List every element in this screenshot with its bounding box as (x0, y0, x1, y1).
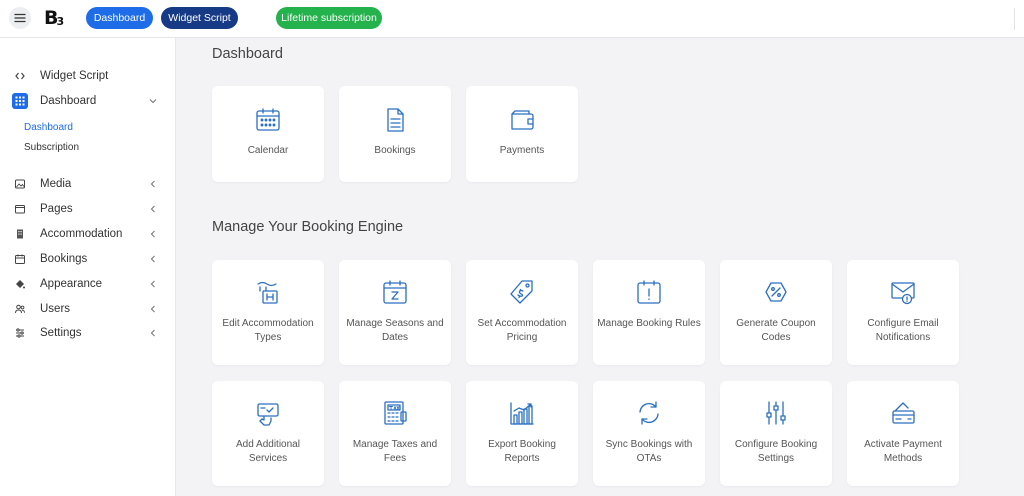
card-label: Configure Booking Settings (734, 439, 818, 464)
sidebar-item-appearance[interactable]: Appearance (12, 274, 162, 294)
sidebar-subitem-subscription[interactable]: Subscription (24, 142, 79, 153)
chevron-left-icon (150, 180, 155, 188)
payment-methods-card[interactable]: Activate Payment Methods (847, 381, 959, 486)
booking-rules-card[interactable]: Manage Booking Rules (593, 260, 705, 365)
widget-script-pill-button[interactable]: Widget Script (161, 7, 238, 29)
card-label: Manage Booking Rules (597, 318, 701, 329)
calendar-card[interactable]: Calendar (212, 86, 324, 182)
bar-chart-icon (506, 397, 538, 429)
set-pricing-card[interactable]: Set Accommodation Pricing (466, 260, 578, 365)
sync-icon (633, 397, 665, 429)
building-icon (12, 226, 28, 242)
taxes-fees-card[interactable]: Manage Taxes and Fees (339, 381, 451, 486)
chevron-left-icon (150, 280, 155, 288)
sidebar-item-dashboard[interactable]: Dashboard (12, 91, 162, 111)
card-label: Activate Payment Methods (864, 439, 942, 464)
sidebar-item-label: Accommodation (40, 228, 123, 240)
manage-seasons-card[interactable]: Manage Seasons and Dates (339, 260, 451, 365)
tax-icon (379, 397, 411, 429)
sidebar-item-accommodation[interactable]: Accommodation (12, 224, 162, 244)
sync-otas-card[interactable]: Sync Bookings with OTAs (593, 381, 705, 486)
booking-settings-card[interactable]: Configure Booking Settings (720, 381, 832, 486)
sidebar-item-label: Users (40, 303, 71, 315)
sidebar-item-bookings[interactable]: Bookings (12, 249, 162, 269)
grid-icon (12, 93, 28, 109)
card-label: Generate Coupon Codes (736, 318, 816, 343)
calendar-date-icon (379, 276, 411, 308)
card-label: Set Accommodation Pricing (477, 318, 567, 343)
card-label: Calendar (247, 145, 289, 156)
top-bar: B3 Dashboard Widget Script Lifetime subs… (0, 0, 1024, 38)
additional-services-card[interactable]: Add Additional Services (212, 381, 324, 486)
coupon-icon (760, 276, 792, 308)
card-label: Manage Taxes and Fees (352, 439, 438, 464)
sliders-icon (760, 397, 792, 429)
calendar-alert-icon (633, 276, 665, 308)
email-alert-icon (887, 276, 919, 308)
menu-icon[interactable] (9, 7, 31, 29)
sidebar-subitem-dashboard[interactable]: Dashboard (24, 122, 73, 133)
hotel-sign-icon (252, 276, 284, 308)
coupon-codes-card[interactable]: Generate Coupon Codes (720, 260, 832, 365)
chevron-down-icon (149, 99, 157, 104)
sidebar: Widget Script Dashboard Dashboard Subscr… (0, 38, 176, 496)
sidebar-item-widget-script[interactable]: Widget Script (12, 66, 162, 86)
payment-card-icon (887, 397, 919, 429)
sidebar-item-label: Settings (40, 327, 82, 339)
lifetime-subscription-button[interactable]: Lifetime subscription (276, 7, 382, 29)
chevron-left-icon (150, 305, 155, 313)
sidebar-item-label: Appearance (40, 278, 103, 290)
chevron-left-icon (150, 205, 155, 213)
sidebar-item-pages[interactable]: Pages (12, 199, 162, 219)
document-icon (379, 104, 411, 136)
sidebar-item-label: Bookings (40, 253, 88, 265)
code-icon (12, 68, 28, 84)
card-label: Payments (499, 145, 545, 156)
calendar-icon (252, 104, 284, 136)
chevron-left-icon (150, 230, 155, 238)
add-service-icon (252, 397, 284, 429)
sidebar-item-users[interactable]: Users (12, 299, 162, 319)
card-label: Sync Bookings with OTAs (605, 439, 693, 464)
payments-card[interactable]: Payments (466, 86, 578, 182)
paint-bucket-icon (12, 276, 28, 292)
price-tag-icon (506, 276, 538, 308)
card-label: Manage Seasons and Dates (346, 318, 444, 343)
booking-reports-card[interactable]: Export Booking Reports (466, 381, 578, 486)
users-icon (12, 301, 28, 317)
chevron-left-icon (150, 329, 155, 337)
dashboard-pill-button[interactable]: Dashboard (86, 7, 153, 29)
sidebar-item-label: Widget Script (40, 70, 109, 82)
card-label: Export Booking Reports (488, 439, 556, 464)
sidebar-item-settings[interactable]: Settings (12, 323, 162, 343)
calendar-icon (12, 251, 28, 267)
pages-icon (12, 201, 28, 217)
card-label: Bookings (374, 145, 416, 156)
topbar-divider (1014, 8, 1015, 30)
sidebar-item-label: Media (40, 178, 72, 190)
manage-section-title: Manage Your Booking Engine (212, 219, 404, 235)
app-logo[interactable]: B3 (44, 7, 64, 29)
dashboard-section-title: Dashboard (212, 46, 283, 62)
sidebar-item-label: Dashboard (40, 95, 97, 107)
sliders-icon (12, 325, 28, 341)
card-label: Add Additional Services (236, 439, 300, 464)
email-notifications-card[interactable]: Configure Email Notifications (847, 260, 959, 365)
card-label: Edit Accommodation Types (222, 318, 314, 343)
bookings-card[interactable]: Bookings (339, 86, 451, 182)
sidebar-item-media[interactable]: Media (12, 174, 162, 194)
chevron-left-icon (150, 255, 155, 263)
sidebar-item-label: Pages (40, 203, 73, 215)
edit-accommodation-types-card[interactable]: Edit Accommodation Types (212, 260, 324, 365)
wallet-icon (506, 104, 538, 136)
card-label: Configure Email Notifications (867, 318, 939, 343)
image-icon (12, 176, 28, 192)
